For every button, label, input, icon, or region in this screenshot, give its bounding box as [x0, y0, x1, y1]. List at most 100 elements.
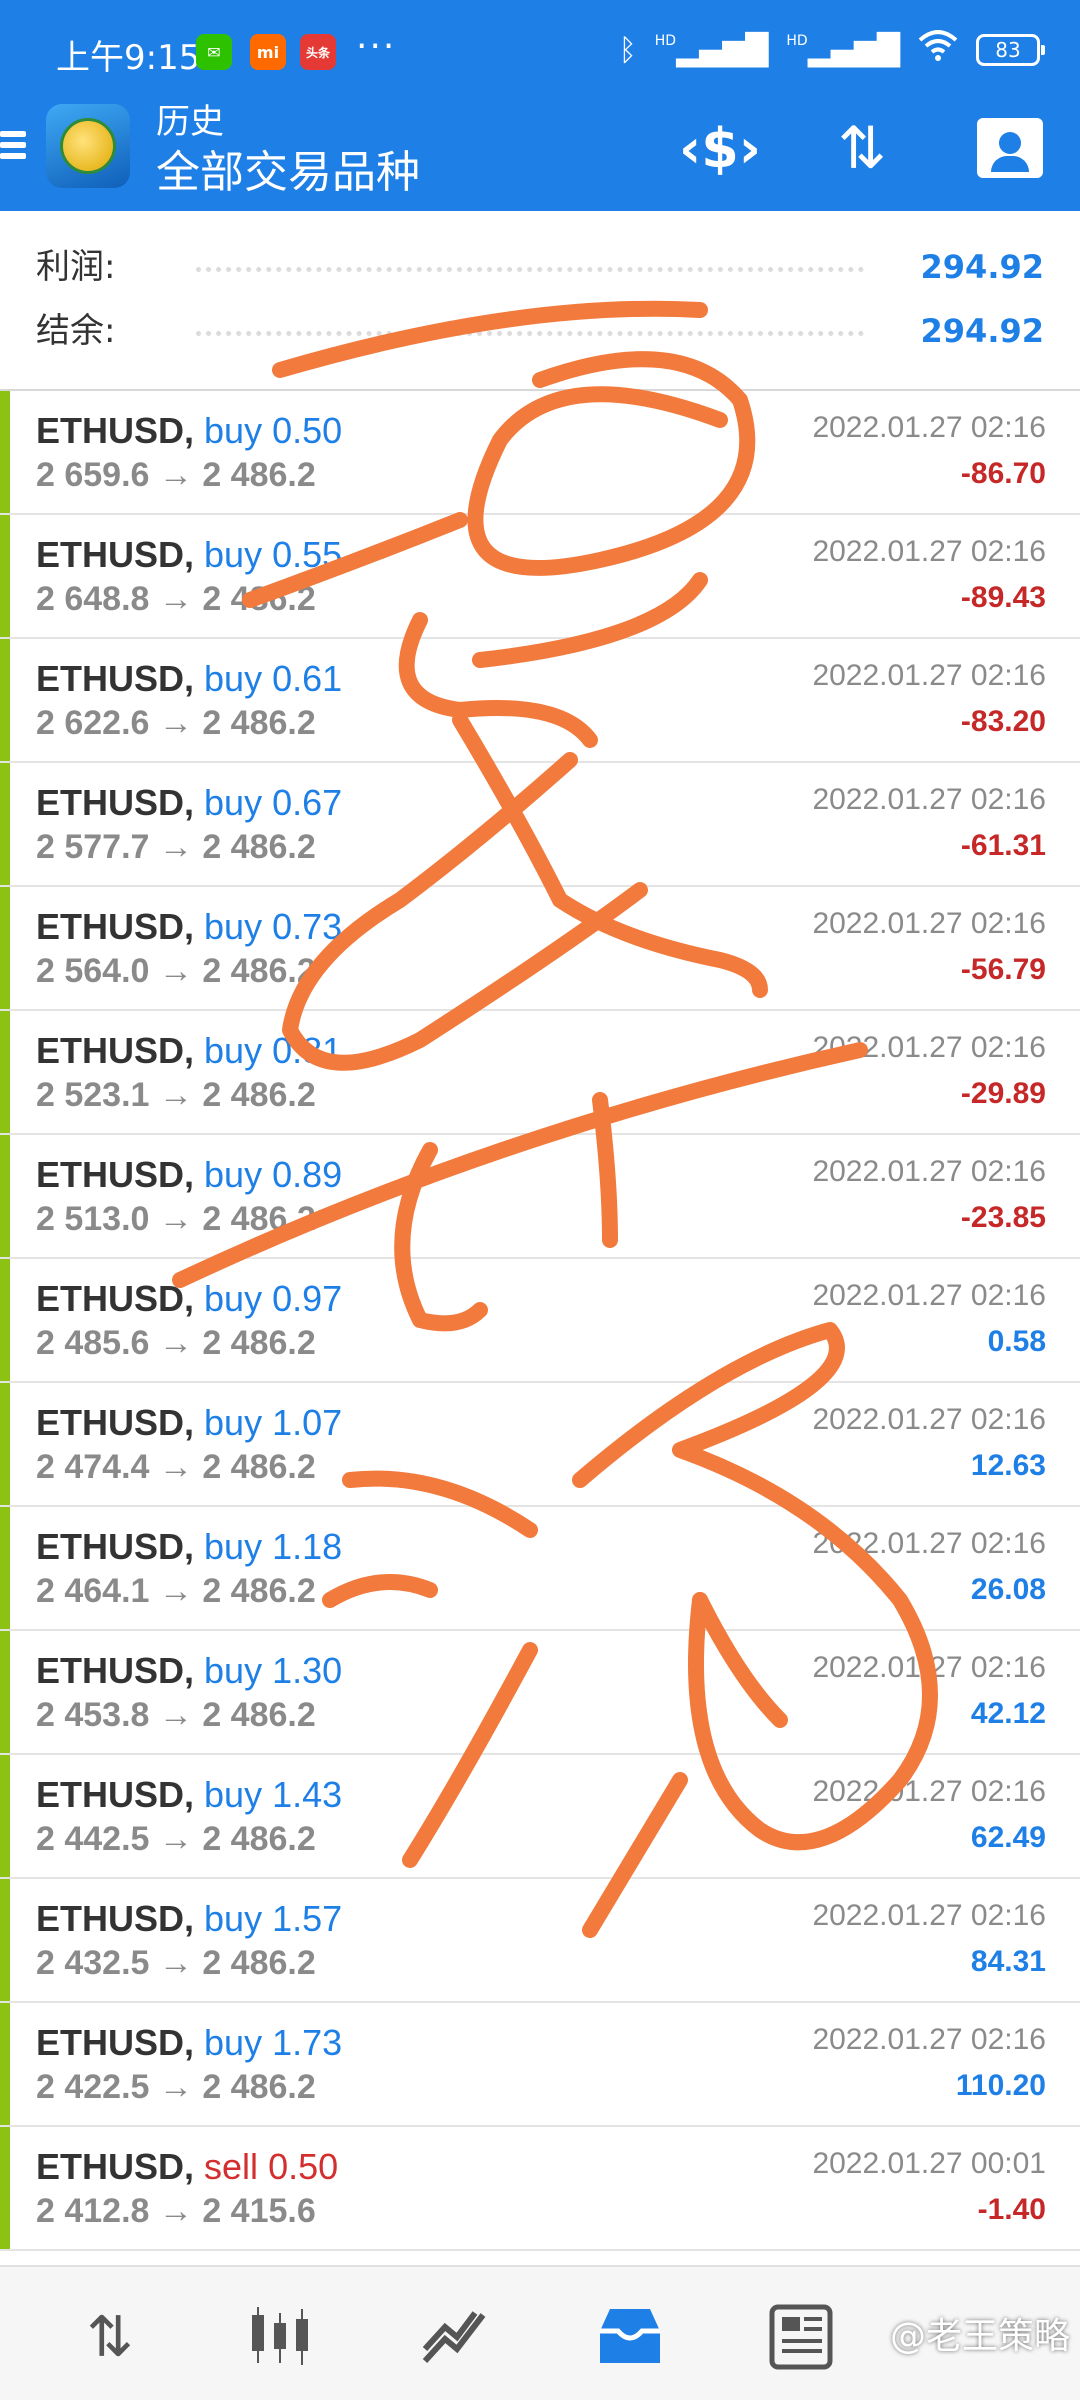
menu-icon[interactable] — [0, 126, 28, 174]
trade-row[interactable]: ETHUSD, buy 1.73 2 422.5 → 2 486.2 2022.01… — [0, 2003, 1080, 2127]
trade-row[interactable]: ETHUSD, buy 0.67 2 577.7 → 2 486.2 2022.01… — [0, 763, 1080, 887]
trade-date: 2022.01.27 02:16 — [812, 411, 1046, 444]
trade-header: ETHUSD, buy 1.57 — [36, 1897, 342, 1941]
balance-row: 结余: 294.92 — [36, 301, 1044, 361]
chart-icon[interactable] — [240, 2297, 320, 2377]
status-right: ᛒ HD▂▄▆█ HD▂▄▆█ 83 — [619, 30, 1045, 70]
trade-prices: 2 622.6 → 2 486.2 — [36, 704, 316, 742]
dollar-swap-icon[interactable]: ‹$› — [679, 108, 761, 188]
row-status-bar — [0, 1383, 10, 1505]
title-block[interactable]: 历史 全部交易品种 — [156, 100, 420, 202]
trade-row[interactable]: ETHUSD, buy 1.57 2 432.5 → 2 486.2 2022.01… — [0, 1879, 1080, 2003]
trade-side: sell — [204, 2146, 259, 2187]
trade-header: ETHUSD, buy 0.67 — [36, 781, 342, 825]
trade-date: 2022.01.27 02:16 — [812, 2023, 1046, 2056]
trade-prices: 2 453.8 → 2 486.2 — [36, 1696, 316, 1734]
trade-header: ETHUSD, buy 0.50 — [36, 409, 342, 453]
trade-prices: 2 432.5 → 2 486.2 — [36, 1944, 316, 1982]
trade-prices: 2 577.7 → 2 486.2 — [36, 828, 316, 866]
trade-row[interactable]: ETHUSD, buy 0.73 2 564.0 → 2 486.2 2022.01… — [0, 887, 1080, 1011]
trade-header: ETHUSD, buy 1.43 — [36, 1773, 342, 1817]
history-icon[interactable] — [590, 2297, 670, 2377]
profit-label: 利润: — [36, 247, 116, 287]
trade-side: buy — [204, 1154, 263, 1195]
trade-symbol: ETHUSD, — [36, 1898, 195, 1939]
trade-profit: -23.85 — [960, 1201, 1046, 1234]
trade-profit: -56.79 — [960, 953, 1046, 986]
trade-volume: 0.89 — [272, 1154, 343, 1195]
trade-volume: 0.55 — [272, 534, 343, 575]
trade-prices: 2 648.8 → 2 486.2 — [36, 580, 316, 618]
trade-row[interactable]: ETHUSD, buy 1.18 2 464.1 → 2 486.2 2022.01… — [0, 1507, 1080, 1631]
trade-prices: 2 513.0 → 2 486.2 — [36, 1200, 316, 1238]
signal1-icon: HD▂▄▆█ — [654, 32, 769, 68]
trade-row[interactable]: ETHUSD, buy 0.89 2 513.0 → 2 486.2 2022.01… — [0, 1135, 1080, 1259]
trade-date: 2022.01.27 02:16 — [812, 783, 1046, 816]
row-status-bar — [0, 1011, 10, 1133]
trade-icon[interactable] — [415, 2297, 495, 2377]
trade-row[interactable]: ETHUSD, buy 0.81 2 523.1 → 2 486.2 2022.01… — [0, 1011, 1080, 1135]
trade-date: 2022.01.27 02:16 — [812, 1403, 1046, 1436]
trade-row[interactable]: ETHUSD, sell 0.50 2 412.8 → 2 415.6 2022.0… — [0, 2127, 1080, 2251]
wifi-icon — [918, 30, 958, 70]
trade-date: 2022.01.27 02:16 — [812, 1899, 1046, 1932]
trade-volume: 0.73 — [272, 906, 343, 947]
bottom-nav: ⇅ @老王策略 — [0, 2265, 1080, 2400]
trade-prices: 2 485.6 → 2 486.2 — [36, 1324, 316, 1362]
trade-symbol: ETHUSD, — [36, 2022, 195, 2063]
trade-header: ETHUSD, buy 1.73 — [36, 2021, 342, 2065]
trade-header: ETHUSD, buy 1.07 — [36, 1401, 342, 1445]
trade-header: ETHUSD, sell 0.50 — [36, 2145, 338, 2189]
trade-list[interactable]: ETHUSD, buy 0.50 2 659.6 → 2 486.2 2022.01… — [0, 391, 1080, 2261]
trade-side: buy — [204, 1402, 263, 1443]
trade-prices: 2 523.1 → 2 486.2 — [36, 1076, 316, 1114]
trade-volume: 0.50 — [272, 410, 343, 451]
trade-profit: -61.31 — [960, 829, 1046, 862]
quotes-icon[interactable]: ⇅ — [70, 2297, 150, 2377]
status-bar: 上午9:15 ✉ mi 头条 ··· ᛒ HD▂▄▆█ HD▂▄▆█ 83 — [0, 0, 1080, 100]
trade-header: ETHUSD, buy 1.30 — [36, 1649, 342, 1693]
toutiao-icon: 头条 — [300, 34, 336, 70]
sort-icon[interactable]: ⇅ — [822, 108, 902, 188]
trade-prices: 2 474.4 → 2 486.2 — [36, 1448, 316, 1486]
trade-side: buy — [204, 1278, 263, 1319]
watermark: @老王策略 — [889, 2316, 1070, 2357]
calendar-person-icon[interactable] — [970, 108, 1050, 188]
trade-row[interactable]: ETHUSD, buy 1.30 2 453.8 → 2 486.2 2022.01… — [0, 1631, 1080, 1755]
trade-date: 2022.01.27 00:01 — [812, 2147, 1046, 2180]
trade-profit: 42.12 — [970, 1697, 1046, 1730]
row-status-bar — [0, 1259, 10, 1381]
row-status-bar — [0, 1507, 10, 1629]
balance-value: 294.92 — [920, 312, 1044, 350]
app-logo[interactable] — [46, 104, 130, 188]
trade-date: 2022.01.27 02:16 — [812, 907, 1046, 940]
signal2-icon: HD▂▄▆█ — [786, 32, 900, 68]
trade-profit: 0.58 — [987, 1325, 1046, 1358]
trade-prices: 2 412.8 → 2 415.6 — [36, 2192, 316, 2230]
trade-symbol: ETHUSD, — [36, 2146, 195, 2187]
trade-symbol: ETHUSD, — [36, 1774, 195, 1815]
trade-row[interactable]: ETHUSD, buy 0.50 2 659.6 → 2 486.2 2022.01… — [0, 391, 1080, 515]
trade-date: 2022.01.27 02:16 — [812, 659, 1046, 692]
dotted-leader — [196, 331, 864, 336]
row-status-bar — [0, 1135, 10, 1257]
trade-profit: -1.40 — [977, 2193, 1046, 2226]
trade-date: 2022.01.27 02:16 — [812, 1651, 1046, 1684]
trade-prices: 2 564.0 → 2 486.2 — [36, 952, 316, 990]
row-status-bar — [0, 1631, 10, 1753]
trade-profit: 12.63 — [970, 1449, 1046, 1482]
trade-row[interactable]: ETHUSD, buy 1.07 2 474.4 → 2 486.2 2022.01… — [0, 1383, 1080, 1507]
row-status-bar — [0, 2127, 10, 2249]
trade-row[interactable]: ETHUSD, buy 0.55 2 648.8 → 2 486.2 2022.01… — [0, 515, 1080, 639]
trade-row[interactable]: ETHUSD, buy 0.97 2 485.6 → 2 486.2 2022.01… — [0, 1259, 1080, 1383]
news-icon[interactable] — [760, 2297, 840, 2377]
trade-side: buy — [204, 2022, 263, 2063]
summary-panel: 利润: 294.92 结余: 294.92 — [0, 211, 1080, 391]
trade-volume: 1.30 — [272, 1650, 343, 1691]
trade-side: buy — [204, 782, 263, 823]
trade-row[interactable]: ETHUSD, buy 0.61 2 622.6 → 2 486.2 2022.01… — [0, 639, 1080, 763]
trade-symbol: ETHUSD, — [36, 1526, 195, 1567]
trade-side: buy — [204, 534, 263, 575]
trade-volume: 1.73 — [272, 2022, 343, 2063]
trade-row[interactable]: ETHUSD, buy 1.43 2 442.5 → 2 486.2 2022.01… — [0, 1755, 1080, 1879]
